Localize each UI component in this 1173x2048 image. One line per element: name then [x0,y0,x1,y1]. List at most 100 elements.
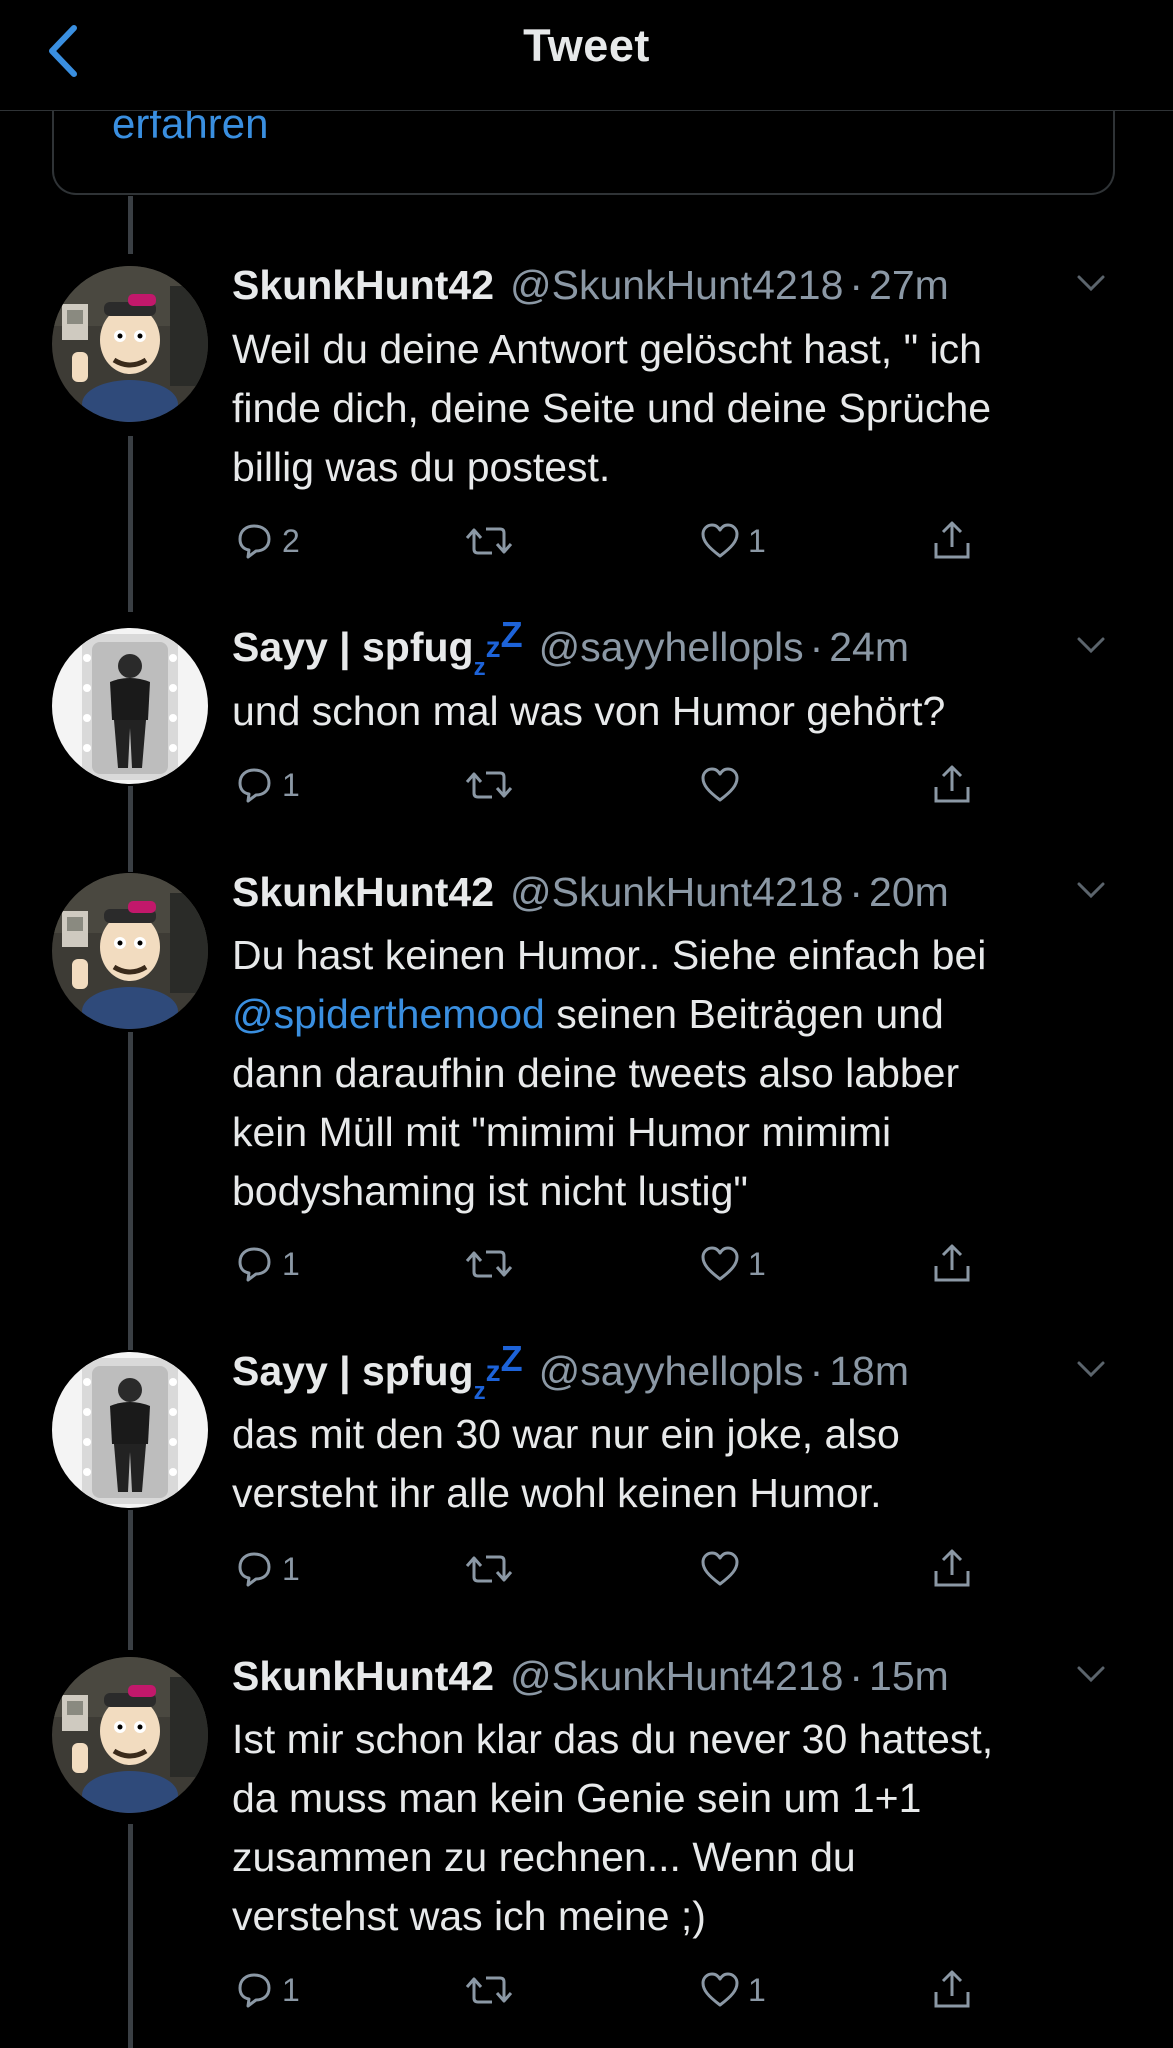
separator-dot: · [849,1652,864,1699]
sleep-emoji: zzZ [473,613,523,681]
reply-icon [238,768,271,803]
timestamp[interactable]: 18m [829,1348,909,1395]
timestamp[interactable]: 15m [869,1653,949,1700]
retweet-icon [465,1976,513,2004]
handle[interactable]: @SkunkHunt4218 [510,1653,843,1700]
tweet-text-line: @spiderthemood seinen Beiträgen und [232,991,944,1037]
tweet-text-line: dann daraufhin deine tweets also labber [232,1050,960,1096]
heart-icon [701,523,739,558]
mention-link[interactable]: @spiderthemood [232,991,545,1037]
like-button[interactable] [698,1539,742,1599]
share-button[interactable] [930,1234,974,1294]
reply-button[interactable]: 1 [232,1234,300,1294]
tweet-text: das mit den 30 war nur ein joke, also ve… [232,1405,1112,1523]
timestamp[interactable]: 20m [869,869,949,916]
retweet-icon [465,1555,513,1583]
cartoon-avatar-image [52,873,208,1029]
retweet-button[interactable] [464,755,514,815]
separator-dot: · [809,623,824,670]
tweet-text-line: finde dich, deine Seite und deine Sprüch… [232,385,992,431]
tweet-text: Weil du deine Antwort gelöscht hast, " i… [232,320,1112,497]
tweet-text-line: versteht ihr alle wohl keinen Humor. [232,1470,882,1516]
thread-connector [128,436,133,612]
share-button[interactable] [930,1960,974,2020]
tweet-header: SkunkHunt42 @SkunkHunt4218 · 20m [232,862,1113,922]
separator-dot: · [849,261,864,308]
tweet-actions: 1 1 [232,1960,992,2020]
reply-button[interactable]: 1 [232,755,300,815]
tweet-header: Sayy | spfug zzZ @sayyhellopls · 18m [232,1338,1113,1405]
display-name[interactable]: Sayy | spfug [232,624,474,671]
avatar[interactable] [52,628,208,784]
share-button[interactable] [930,1539,974,1599]
retweet-button[interactable] [464,1234,514,1294]
tweet-header: SkunkHunt42 @SkunkHunt4218 · 15m [232,1646,1113,1706]
tweet-text-line: Weil du deine Antwort gelöscht hast, " i… [232,326,982,372]
tweet-text-line: bodyshaming ist nicht lustig" [232,1168,748,1214]
reply-count: 2 [282,522,300,559]
avatar[interactable] [52,1352,208,1508]
separator-dot: · [809,1347,824,1394]
share-icon [934,1549,970,1587]
photo-avatar-image [52,1352,208,1508]
reply-count: 1 [282,766,300,803]
like-button[interactable]: 1 [698,1960,766,2020]
chevron-down-icon[interactable] [1069,1347,1113,1391]
tweet-actions: 1 1 [232,1234,992,1294]
chevron-down-icon[interactable] [1069,261,1113,305]
handle[interactable]: @sayyhellopls [539,1348,804,1395]
thread-connector [128,196,133,254]
thread-connector [128,1824,133,2048]
tweet-text-line: Ist mir schon klar das du never 30 hatte… [232,1716,994,1762]
retweet-icon [465,771,513,799]
reply-count: 1 [282,1971,300,2008]
tweet-actions: 1 [232,755,992,815]
chevron-down-icon[interactable] [1069,1652,1113,1696]
like-button[interactable] [698,755,742,815]
display-name[interactable]: SkunkHunt42 [232,869,494,916]
handle[interactable]: @SkunkHunt4218 [510,262,843,309]
retweet-icon [465,527,513,555]
share-button[interactable] [930,511,974,571]
retweet-icon [465,1250,513,1278]
display-name[interactable]: Sayy | spfug [232,1348,474,1395]
handle[interactable]: @SkunkHunt4218 [510,869,843,916]
handle[interactable]: @sayyhellopls [539,624,804,671]
avatar[interactable] [52,1657,208,1813]
reply-icon [238,1973,271,2008]
separator-dot: · [849,868,864,915]
reply-button[interactable]: 1 [232,1960,300,2020]
share-icon [934,1244,970,1282]
avatar[interactable] [52,266,208,422]
page-title: Tweet [523,20,650,71]
chevron-down-icon[interactable] [1069,868,1113,912]
display-name[interactable]: SkunkHunt42 [232,1653,494,1700]
retweet-button[interactable] [464,1960,514,2020]
tweet-header: Sayy | spfug zzZ @sayyhellopls · 24m [232,613,1113,681]
like-count: 1 [748,1971,766,2008]
display-name[interactable]: SkunkHunt42 [232,262,494,309]
like-button[interactable]: 1 [698,1234,766,1294]
share-icon [934,1970,970,2008]
tweet-text-line: verstehst was ich meine ;) [232,1893,706,1939]
reply-count: 1 [282,1245,300,1282]
share-icon [934,521,970,559]
heart-icon [701,1972,739,2007]
timestamp[interactable]: 24m [829,624,909,671]
reply-icon [238,1552,271,1587]
tweet-header: SkunkHunt42 @SkunkHunt4218 · 27m [232,255,1113,315]
heart-icon [701,1551,739,1586]
like-count: 1 [748,1245,766,1282]
like-button[interactable]: 1 [698,511,766,571]
reply-button[interactable]: 1 [232,1539,300,1599]
tweet-actions: 1 [232,1539,992,1599]
retweet-button[interactable] [464,511,514,571]
timestamp[interactable]: 27m [869,262,949,309]
retweet-button[interactable] [464,1539,514,1599]
chevron-down-icon[interactable] [1069,623,1113,667]
share-button[interactable] [930,755,974,815]
avatar[interactable] [52,873,208,1029]
thread-connector [128,786,133,872]
tweet-text-line: und schon mal was von Humor gehört? [232,688,946,734]
reply-button[interactable]: 2 [232,511,300,571]
